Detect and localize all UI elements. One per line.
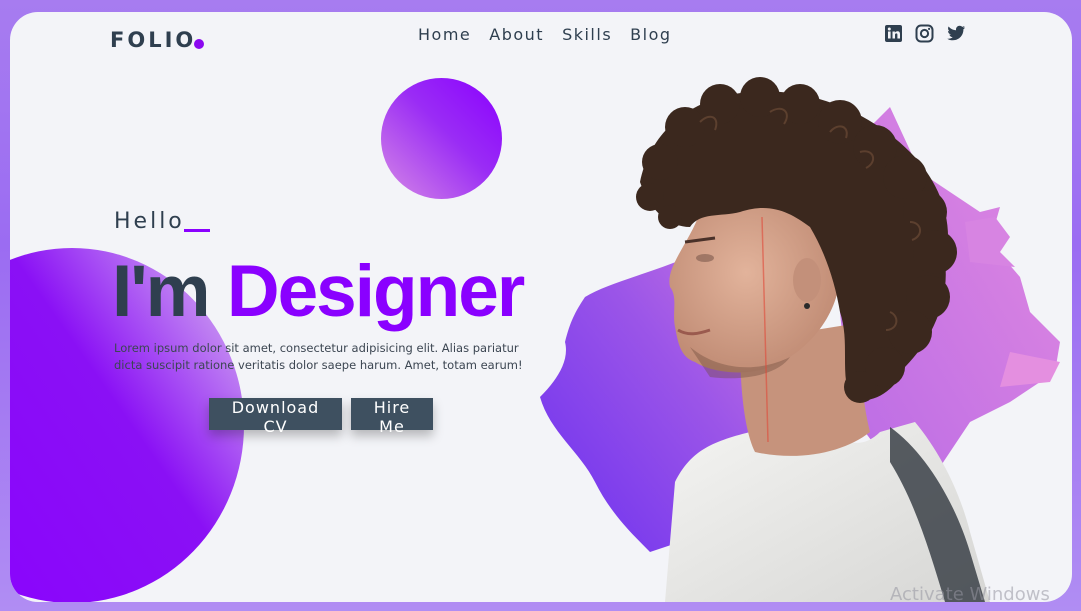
- hero-headline: I'm Designer: [112, 250, 525, 333]
- description-line-2: dicta suscipit ratione veritatis dolor s…: [114, 358, 523, 372]
- description-line-1: Lorem ipsum dolor sit amet, consectetur …: [114, 341, 519, 355]
- page-card: FOLIO Home About Skills Blog Hello I'm D…: [10, 12, 1072, 602]
- greeting-underline: [184, 229, 210, 232]
- hero-greeting: Hello: [114, 209, 185, 234]
- headline-accent: Designer: [226, 251, 525, 332]
- ear: [793, 258, 821, 302]
- download-cv-button[interactable]: Download CV: [209, 398, 342, 436]
- activate-windows-watermark: Activate Windows: [890, 584, 1050, 602]
- hire-me-button[interactable]: Hire Me: [351, 398, 433, 436]
- hero-description: Lorem ipsum dolor sit amet, consectetur …: [114, 340, 544, 374]
- headline-prefix: I'm: [112, 251, 211, 332]
